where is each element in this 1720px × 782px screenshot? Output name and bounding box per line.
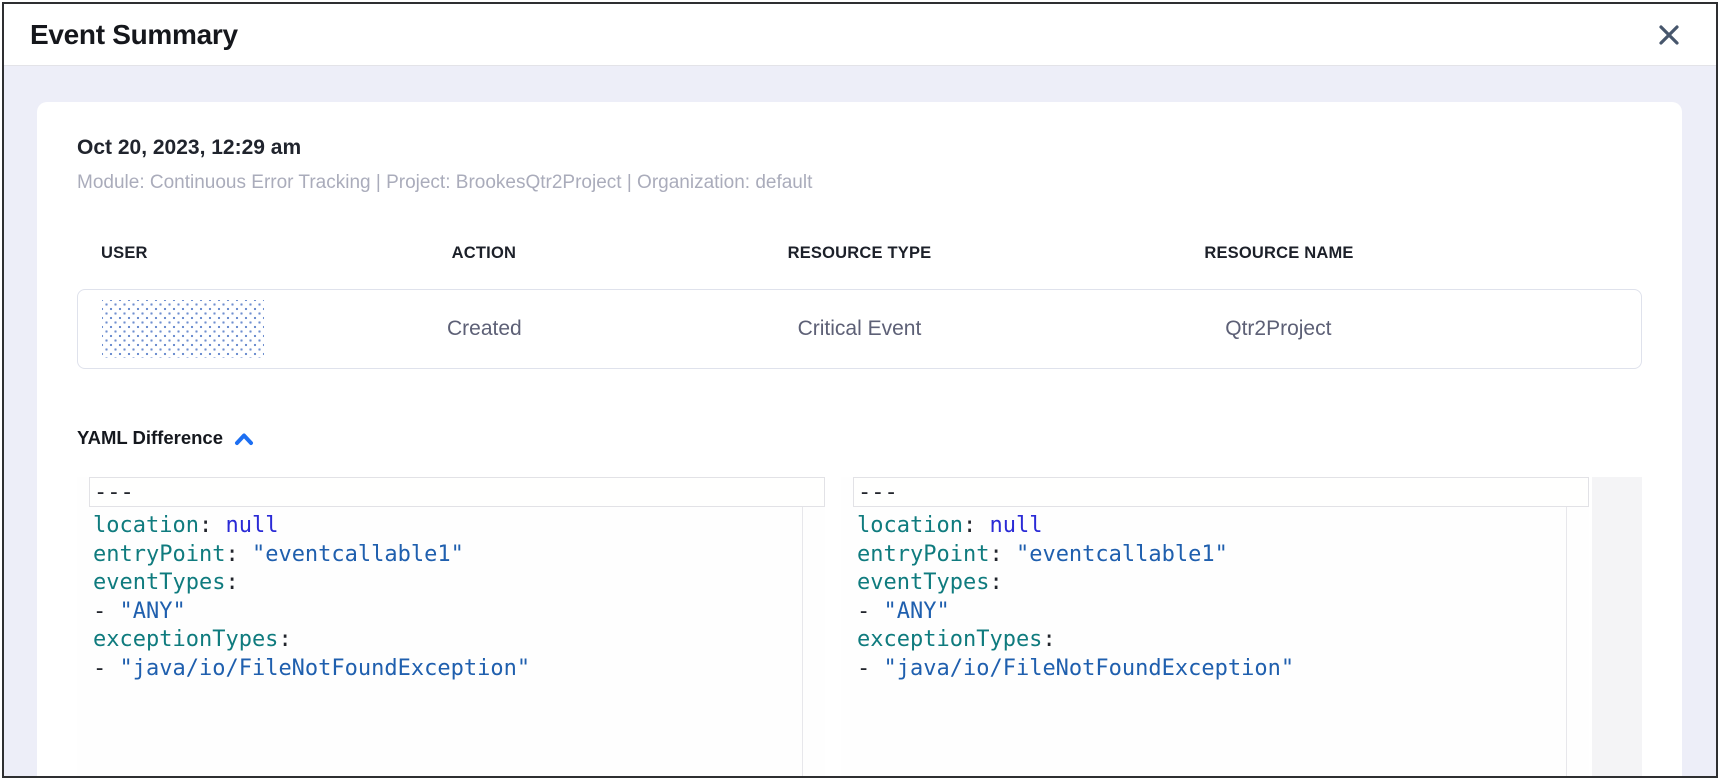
yaml-code-line: - "ANY": [93, 598, 795, 627]
pane-gutter-divider: [1566, 477, 1567, 776]
yaml-diff-pane-right[interactable]: --- location: nullentryPoint: "eventcall…: [841, 477, 1589, 776]
yaml-difference-toggle[interactable]: YAML Difference: [77, 427, 255, 449]
audit-table-header: USER ACTION RESOURCE TYPE RESOURCE NAME: [77, 244, 1642, 263]
yaml-code-line: exceptionTypes:: [93, 626, 795, 655]
yaml-token: exceptionTypes: [857, 627, 1042, 652]
pane-gutter-divider: [802, 477, 803, 776]
chevron-up-icon[interactable]: [233, 431, 255, 447]
redacted-user-avatar: [102, 300, 264, 358]
yaml-token: null: [989, 513, 1042, 538]
yaml-token: -: [857, 599, 884, 624]
yaml-token: eventTypes: [93, 570, 225, 595]
yaml-code-block: location: nullentryPoint: "eventcallable…: [77, 507, 825, 693]
yaml-token: :: [278, 627, 291, 652]
yaml-token: "eventcallable1": [1016, 542, 1228, 567]
yaml-token: :: [225, 570, 238, 595]
action-cell: Created: [266, 317, 704, 341]
yaml-doc-start-line: ---: [853, 477, 1589, 507]
yaml-diff-container: --- location: nullentryPoint: "eventcall…: [77, 477, 1642, 776]
yaml-token: :: [989, 570, 1002, 595]
yaml-code-line: location: null: [93, 512, 795, 541]
yaml-code-block: location: nullentryPoint: "eventcallable…: [841, 507, 1589, 693]
yaml-token: location: [93, 513, 199, 538]
yaml-token: :: [963, 513, 990, 538]
event-detail-card: Oct 20, 2023, 12:29 am Module: Continuou…: [37, 102, 1682, 776]
yaml-token: entryPoint: [93, 542, 225, 567]
yaml-token: -: [93, 599, 120, 624]
event-summary-modal: Event Summary Oct 20, 2023, 12:29 am Mod…: [2, 2, 1718, 778]
yaml-token: "eventcallable1": [252, 542, 464, 567]
yaml-token: "java/io/FileNotFoundException": [120, 656, 531, 681]
yaml-token: "java/io/FileNotFoundException": [884, 656, 1295, 681]
event-timestamp: Oct 20, 2023, 12:29 am: [77, 136, 1642, 160]
resource-name-cell: Qtr2Project: [1016, 317, 1641, 341]
yaml-difference-label: YAML Difference: [77, 427, 223, 449]
yaml-token: null: [225, 513, 278, 538]
user-cell: [78, 300, 266, 358]
yaml-token: ---: [858, 480, 898, 505]
yaml-code-line: exceptionTypes:: [857, 626, 1559, 655]
modal-header: Event Summary: [4, 4, 1716, 66]
yaml-code-line: eventTypes:: [857, 569, 1559, 598]
yaml-code-line: - "java/io/FileNotFoundException": [93, 655, 795, 684]
diff-scrollbar-track[interactable]: [1592, 477, 1642, 776]
column-header-resource-name: RESOURCE NAME: [1016, 244, 1642, 263]
yaml-code-line: location: null: [857, 512, 1559, 541]
modal-body: Oct 20, 2023, 12:29 am Module: Continuou…: [4, 66, 1716, 776]
yaml-token: :: [1042, 627, 1055, 652]
table-row: Created Critical Event Qtr2Project: [77, 289, 1642, 369]
page-title: Event Summary: [30, 19, 238, 51]
yaml-code-line: eventTypes:: [93, 569, 795, 598]
close-icon: [1656, 22, 1682, 48]
column-header-resource-type: RESOURCE TYPE: [703, 244, 1016, 263]
yaml-token: -: [93, 656, 120, 681]
yaml-token: -: [857, 656, 884, 681]
yaml-token: :: [199, 513, 226, 538]
yaml-token: "ANY": [120, 599, 186, 624]
yaml-code-line: - "ANY": [857, 598, 1559, 627]
yaml-doc-start-line: ---: [89, 477, 825, 507]
close-button[interactable]: [1652, 18, 1686, 52]
audit-table: USER ACTION RESOURCE TYPE RESOURCE NAME …: [77, 244, 1642, 369]
yaml-code-line: - "java/io/FileNotFoundException": [857, 655, 1559, 684]
yaml-token: exceptionTypes: [93, 627, 278, 652]
yaml-token: :: [225, 542, 252, 567]
yaml-code-line: entryPoint: "eventcallable1": [93, 541, 795, 570]
yaml-token: entryPoint: [857, 542, 989, 567]
yaml-diff-pane-left[interactable]: --- location: nullentryPoint: "eventcall…: [77, 477, 825, 776]
yaml-token: location: [857, 513, 963, 538]
yaml-code-line: entryPoint: "eventcallable1": [857, 541, 1559, 570]
yaml-token: eventTypes: [857, 570, 989, 595]
yaml-token: ---: [94, 480, 134, 505]
resource-type-cell: Critical Event: [703, 317, 1016, 341]
yaml-token: "ANY": [884, 599, 950, 624]
yaml-token: :: [989, 542, 1016, 567]
column-header-action: ACTION: [265, 244, 703, 263]
event-meta-line: Module: Continuous Error Tracking | Proj…: [77, 172, 1642, 194]
column-header-user: USER: [77, 244, 265, 263]
